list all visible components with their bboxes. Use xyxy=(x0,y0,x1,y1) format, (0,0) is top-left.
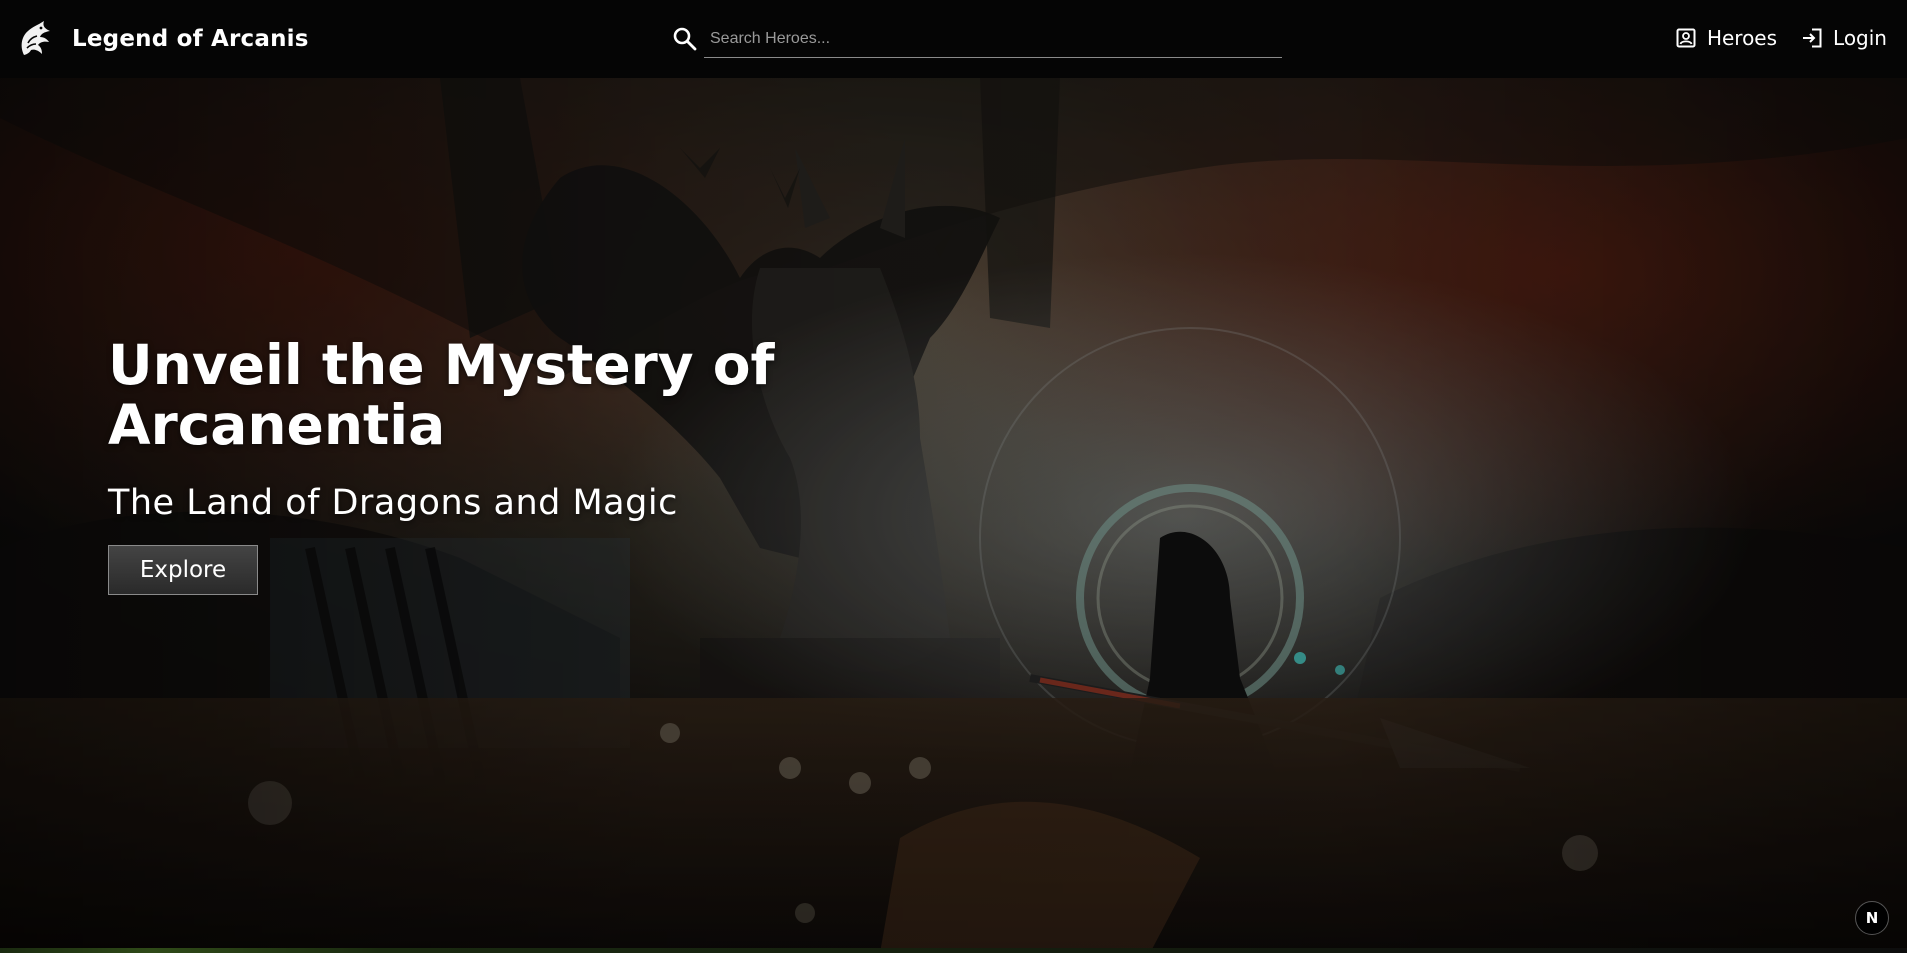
search-input[interactable] xyxy=(704,20,1282,58)
corner-badge[interactable]: N xyxy=(1855,901,1889,935)
nav-links: Heroes Login xyxy=(1675,22,1887,54)
top-navbar: Legend of Arcanis Heroes Login xyxy=(0,0,1907,78)
brand-home-link[interactable]: Legend of Arcanis xyxy=(18,18,309,60)
nav-login-link[interactable]: Login xyxy=(1801,26,1887,50)
explore-button[interactable]: Explore xyxy=(108,545,258,595)
hero-title: Unveil the Mystery of Arcanentia xyxy=(108,333,775,457)
brand-title: Legend of Arcanis xyxy=(72,26,309,52)
bottom-strip xyxy=(0,948,1907,953)
hero-content: Unveil the Mystery of Arcanentia The Lan… xyxy=(108,335,808,595)
search-bar xyxy=(672,20,1282,60)
user-card-icon xyxy=(1676,28,1696,48)
nav-heroes-link[interactable]: Heroes xyxy=(1675,26,1777,50)
hero-section: Unveil the Mystery of Arcanentia The Lan… xyxy=(0,78,1907,953)
search-icon[interactable] xyxy=(672,26,698,52)
nav-login-label: Login xyxy=(1833,26,1887,50)
hero-subtitle: The Land of Dragons and Magic xyxy=(108,483,678,523)
nav-heroes-label: Heroes xyxy=(1706,26,1778,50)
login-icon xyxy=(1803,28,1822,48)
dragon-logo-icon xyxy=(21,21,50,55)
